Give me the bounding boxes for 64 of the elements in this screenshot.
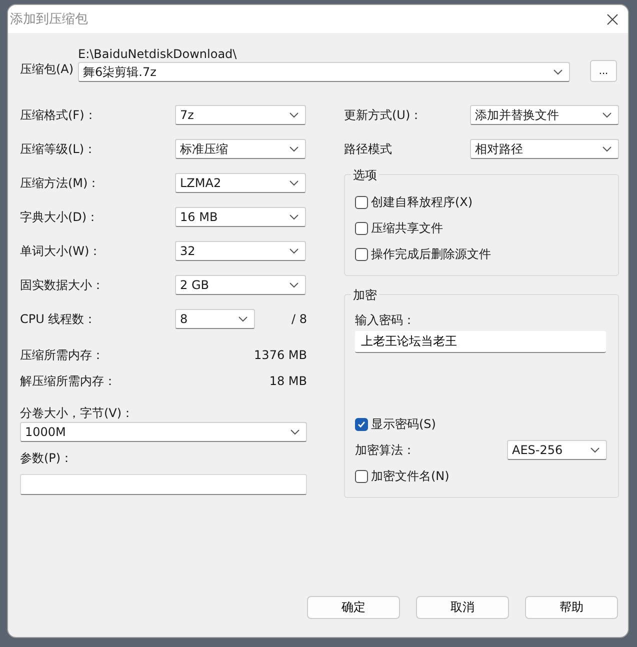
chevron-icon [289, 282, 299, 288]
password-label: 输入密码： [355, 312, 415, 328]
setting-label: 单词大小(W)： [20, 242, 102, 260]
chevron-icon [553, 69, 563, 75]
chevron-icon [290, 429, 300, 435]
group-title: 选项 [351, 167, 379, 184]
setting-dropdown[interactable]: 16 MB [175, 207, 306, 227]
checkbox-label: 创建自释放程序(X) [371, 194, 473, 210]
setting-label: 压缩等级(L)： [20, 140, 98, 158]
checkbox-label: 加密文件名(N) [371, 468, 450, 484]
setting-dropdown[interactable]: 添加并替换文件 [470, 105, 619, 125]
memory-label: 解压缩所需内存： [20, 372, 116, 390]
parameters-field[interactable] [20, 474, 307, 495]
threads-max: / 8 [292, 312, 307, 326]
checkbox-label: 显示密码(S) [371, 416, 436, 432]
setting-label: 压缩方法(M)： [20, 174, 101, 192]
memory-value: 1376 MB [254, 348, 307, 362]
parameters-label: 参数(P)： [20, 450, 73, 466]
setting-label: 字典大小(D)： [20, 208, 100, 226]
setting-dropdown[interactable]: 标准压缩 [175, 139, 306, 159]
setting-label: 固实数据大小： [20, 276, 105, 294]
dialog-button[interactable]: 帮助 [525, 596, 618, 619]
setting-dropdown[interactable]: 32 [175, 241, 306, 261]
checkbox-label: 操作完成后删除源文件 [371, 246, 491, 262]
checkbox[interactable] [355, 248, 368, 260]
method-dropdown[interactable]: AES-256 [507, 440, 607, 460]
chevron-icon [289, 146, 299, 152]
checkbox[interactable] [355, 470, 368, 482]
checkbox[interactable] [355, 222, 368, 234]
memory-value: 18 MB [269, 374, 307, 388]
threads-dropdown[interactable]: 8 [175, 309, 255, 329]
dialog-button[interactable]: 取消 [416, 596, 509, 619]
checkbox[interactable] [355, 418, 368, 430]
setting-label: 压缩格式(F)： [20, 106, 98, 124]
chevron-icon [289, 180, 299, 186]
chevron-icon [602, 146, 612, 152]
setting-label: 路径模式 [344, 140, 393, 158]
volume-label: 分卷大小，字节(V)： [20, 404, 134, 422]
setting-dropdown[interactable]: 2 GB [175, 275, 306, 295]
browse-button[interactable]: ... [590, 60, 617, 82]
dialog-button[interactable]: 确定 [307, 596, 400, 619]
archive-path: E:\BaiduNetdiskDownload\ [78, 47, 238, 61]
archive-dropdown[interactable]: 舞6柒剪辑.7z [78, 62, 570, 82]
chevron-icon [289, 248, 299, 254]
setting-dropdown[interactable]: LZMA2 [175, 173, 306, 193]
checkbox-label: 压缩共享文件 [371, 220, 443, 236]
chevron-icon [238, 316, 248, 322]
chevron-icon [289, 112, 299, 118]
method-label: 加密算法： [355, 442, 416, 458]
close-icon[interactable] [607, 14, 618, 24]
setting-dropdown[interactable]: 7z [175, 105, 306, 125]
password-field[interactable]: 上老王论坛当老王 [355, 331, 606, 353]
checkbox[interactable] [355, 196, 368, 208]
chevron-icon [602, 112, 612, 118]
window-title: 添加到压缩包 [10, 11, 88, 28]
volume-dropdown[interactable]: 1000M [20, 422, 307, 442]
threads-label: CPU 线程数： [20, 310, 98, 328]
memory-label: 压缩所需内存： [20, 346, 104, 364]
checkmark-icon [357, 420, 366, 428]
setting-dropdown[interactable]: 相对路径 [470, 139, 619, 159]
archive-label: 压缩包(A) [20, 61, 75, 78]
chevron-icon [289, 214, 299, 220]
chevron-icon [590, 447, 600, 453]
setting-label: 更新方式(U)： [344, 106, 424, 124]
